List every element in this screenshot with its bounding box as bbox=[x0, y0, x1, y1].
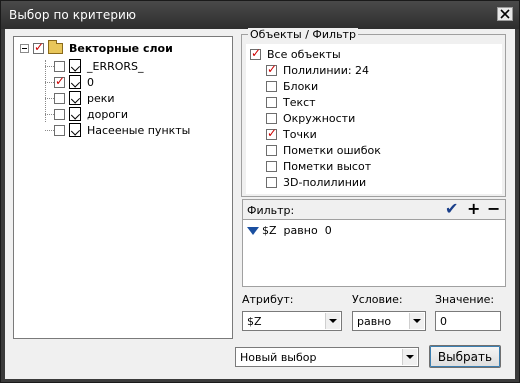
filter-toolbar: Фильтр: ✔ + − bbox=[243, 200, 505, 220]
tree-connector bbox=[45, 82, 54, 83]
object-type-list[interactable]: Все объекты Полилинии: 24 Блоки Текст Ок… bbox=[246, 44, 502, 194]
tree-root-checkbox[interactable] bbox=[33, 40, 44, 54]
layer-checkbox[interactable] bbox=[54, 74, 65, 88]
value-input[interactable]: 0 bbox=[435, 311, 501, 331]
dialog-window: Выбор по критерию Векторные слои bbox=[0, 0, 520, 383]
title-bar[interactable]: Выбор по критерию bbox=[1, 1, 519, 29]
layer-checkbox[interactable] bbox=[54, 108, 65, 120]
object-all-checkbox[interactable] bbox=[250, 46, 261, 60]
tree-root-label: Векторные слои bbox=[69, 41, 173, 55]
tree-item-0[interactable]: 0 bbox=[54, 74, 94, 90]
layer-checkbox[interactable] bbox=[54, 60, 65, 72]
tree-item-errors[interactable]: _ERRORS_ bbox=[54, 58, 144, 74]
object-label: Окружности bbox=[283, 111, 356, 125]
object-item[interactable]: 3D-полилинии bbox=[266, 174, 366, 190]
condition-select[interactable]: равно bbox=[352, 311, 426, 331]
layer-document-icon bbox=[69, 59, 81, 73]
objects-groupbox: Объекты / Фильтр Все объекты Полилинии: … bbox=[241, 28, 506, 197]
layer-document-icon bbox=[69, 75, 81, 89]
object-checkbox[interactable] bbox=[266, 144, 277, 156]
layer-label: _ERRORS_ bbox=[87, 59, 144, 73]
condition-select-value: равно bbox=[357, 315, 392, 328]
selection-mode-value: Новый выбор bbox=[240, 351, 317, 364]
object-label: 3D-полилинии bbox=[283, 175, 367, 189]
layer-checkbox[interactable] bbox=[54, 92, 65, 104]
tree-root-row[interactable]: Векторные слои bbox=[20, 39, 173, 56]
rule-condition: равно bbox=[283, 224, 318, 237]
tree-connector bbox=[45, 60, 46, 122]
selection-mode-select[interactable]: Новый выбор bbox=[235, 347, 419, 367]
object-checkbox[interactable] bbox=[266, 126, 277, 140]
tree-item-settlements[interactable]: Насееные пункты bbox=[54, 122, 190, 138]
collapse-toggle[interactable] bbox=[20, 43, 29, 53]
objects-group-title: Объекты / Фильтр bbox=[248, 28, 358, 41]
layer-document-icon bbox=[69, 107, 81, 121]
close-button[interactable] bbox=[497, 7, 513, 21]
value-label: Значение: bbox=[435, 293, 495, 306]
object-label: Блоки bbox=[283, 79, 319, 93]
condition-label: Условие: bbox=[352, 293, 403, 306]
chevron-down-icon bbox=[329, 319, 337, 323]
object-item[interactable]: Полилинии: 24 bbox=[266, 62, 369, 78]
rule-attribute: $Z bbox=[262, 224, 277, 237]
object-checkbox[interactable] bbox=[266, 62, 277, 76]
object-label: Текст bbox=[283, 95, 316, 109]
apply-filter-icon[interactable]: ✔ bbox=[445, 201, 458, 217]
dropdown-button[interactable] bbox=[325, 313, 340, 329]
attribute-select[interactable]: $Z bbox=[242, 311, 342, 331]
tree-connector bbox=[45, 130, 54, 131]
layer-document-icon bbox=[69, 91, 81, 105]
object-label: Пометки высот bbox=[283, 159, 372, 173]
layer-label: дороги bbox=[87, 107, 128, 121]
object-label: Точки bbox=[283, 127, 317, 141]
add-rule-icon[interactable]: + bbox=[467, 201, 480, 217]
object-item[interactable]: Текст bbox=[266, 94, 316, 110]
close-icon bbox=[500, 9, 510, 19]
object-checkbox[interactable] bbox=[266, 80, 277, 92]
chevron-down-icon bbox=[406, 355, 414, 359]
object-checkbox[interactable] bbox=[266, 96, 277, 108]
layer-tree[interactable]: Векторные слои _ERRORS_ 0 реки дороги bbox=[13, 36, 233, 339]
dialog-body: Векторные слои _ERRORS_ 0 реки дороги bbox=[5, 28, 515, 379]
object-all-label: Все объекты bbox=[267, 47, 341, 61]
layer-checkbox[interactable] bbox=[54, 124, 65, 136]
tree-connector bbox=[45, 98, 54, 99]
object-item[interactable]: Точки bbox=[266, 126, 317, 142]
layer-label: 0 bbox=[87, 75, 94, 89]
object-item[interactable]: Окружности bbox=[266, 110, 355, 126]
dropdown-button[interactable] bbox=[402, 349, 417, 365]
chevron-down-icon bbox=[413, 319, 421, 323]
object-checkbox[interactable] bbox=[266, 160, 277, 172]
layer-label: Насееные пункты bbox=[87, 123, 191, 137]
tree-item-dorogi[interactable]: дороги bbox=[54, 106, 128, 122]
object-item[interactable]: Пометки высот bbox=[266, 158, 371, 174]
filter-rule-row[interactable]: $Z равно 0 bbox=[247, 224, 339, 237]
object-checkbox[interactable] bbox=[266, 112, 277, 124]
object-all-row[interactable]: Все объекты bbox=[250, 46, 341, 62]
object-item[interactable]: Блоки bbox=[266, 78, 318, 94]
object-item[interactable]: Пометки ошибок bbox=[266, 142, 381, 158]
attribute-select-value: $Z bbox=[247, 315, 262, 328]
tree-connector bbox=[45, 114, 54, 115]
object-checkbox[interactable] bbox=[266, 176, 277, 188]
funnel-icon bbox=[247, 226, 259, 235]
attribute-label: Атрибут: bbox=[242, 293, 294, 306]
window-title: Выбор по критерию bbox=[9, 8, 137, 22]
dropdown-button[interactable] bbox=[409, 313, 424, 329]
layer-label: реки bbox=[87, 91, 115, 105]
rule-value: 0 bbox=[324, 224, 332, 237]
remove-rule-icon[interactable]: − bbox=[487, 201, 500, 217]
layer-document-icon bbox=[69, 123, 81, 137]
select-button[interactable]: Выбрать bbox=[429, 345, 501, 368]
tree-connector bbox=[45, 66, 54, 67]
folder-open-icon bbox=[48, 39, 63, 54]
tree-item-reki[interactable]: реки bbox=[54, 90, 115, 106]
filter-panel: Фильтр: ✔ + − $Z равно 0 bbox=[242, 199, 506, 287]
object-label: Полилинии: 24 bbox=[283, 63, 370, 77]
filter-label: Фильтр: bbox=[247, 204, 295, 217]
value-input-text: 0 bbox=[440, 315, 447, 328]
object-label: Пометки ошибок bbox=[283, 143, 381, 157]
